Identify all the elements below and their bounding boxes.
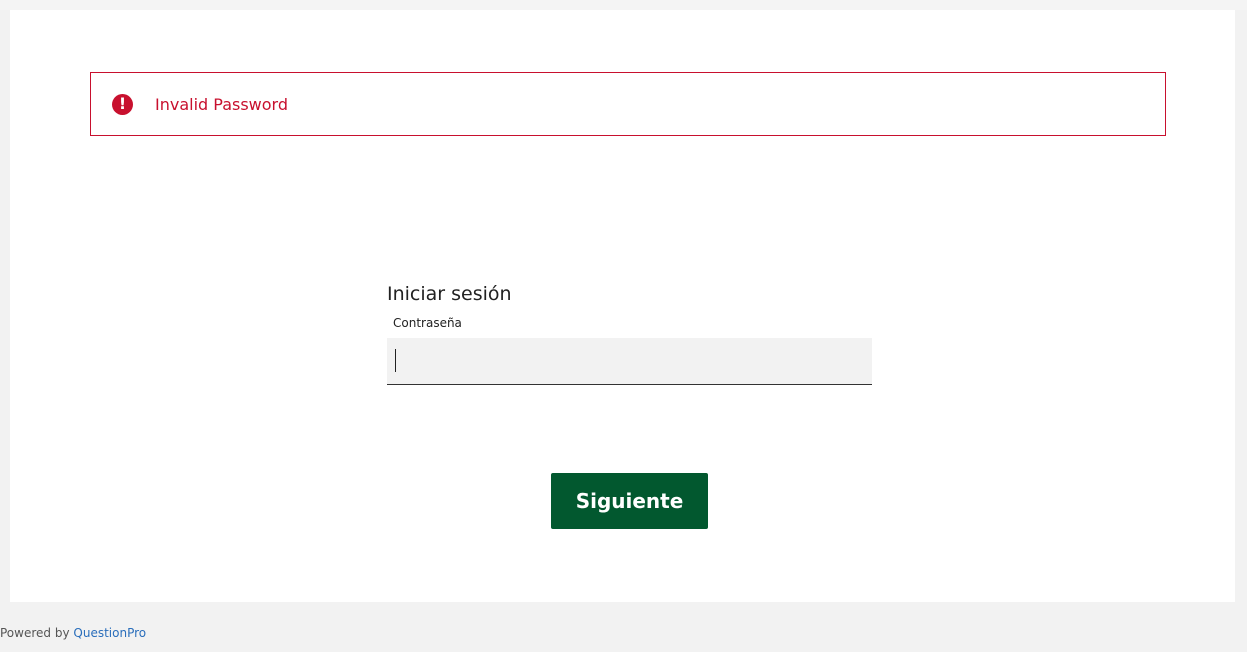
error-alert: ! Invalid Password (90, 72, 1166, 136)
footer-text: Powered by QuestionPro (0, 626, 146, 640)
alert-message: Invalid Password (155, 94, 288, 114)
password-label: Contraseña (393, 316, 462, 330)
questionpro-link[interactable]: QuestionPro (73, 626, 146, 640)
powered-by-label: Powered by (0, 626, 70, 640)
next-button[interactable]: Siguiente (551, 473, 708, 529)
login-title: Iniciar sesión (387, 283, 512, 305)
text-cursor (395, 349, 396, 372)
exclamation-circle-icon: ! (112, 93, 133, 115)
password-input[interactable] (387, 338, 872, 385)
top-strip (0, 0, 1247, 10)
main-panel: ! Invalid Password Iniciar sesión Contra… (10, 10, 1235, 602)
footer: Powered by QuestionPro (0, 602, 1247, 652)
